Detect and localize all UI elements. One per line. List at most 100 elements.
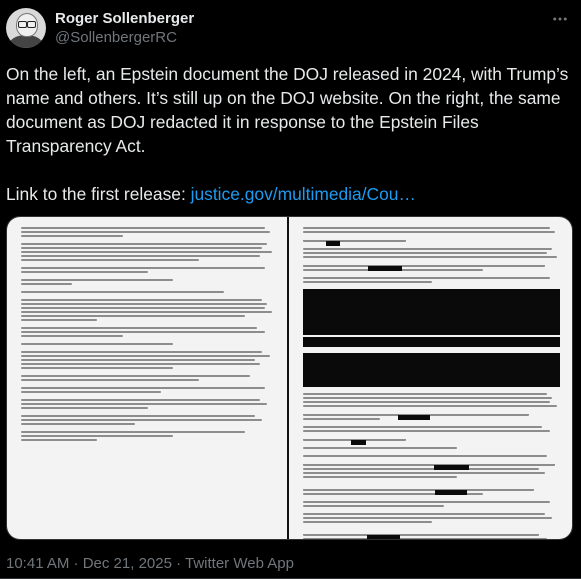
- tweet-text: On the left, an Epstein document the DOJ…: [6, 62, 578, 206]
- text-line: [303, 248, 553, 250]
- text-line: [21, 379, 199, 381]
- text-line: [303, 277, 550, 279]
- text-line: [21, 279, 174, 281]
- author-handle[interactable]: @SollenbergerRC: [55, 28, 194, 47]
- text-line: [303, 426, 542, 428]
- text-line: [21, 387, 265, 389]
- text-line: [303, 393, 548, 395]
- text-line: [21, 247, 263, 249]
- tweet-header: Roger Sollenberger @SollenbergerRC: [6, 6, 575, 50]
- text-line: [303, 517, 553, 519]
- text-line: [303, 501, 550, 503]
- redaction-bar: [351, 440, 366, 446]
- author-display-name[interactable]: Roger Sollenberger: [55, 9, 194, 28]
- text-line: [21, 307, 265, 309]
- text-line: [21, 415, 255, 417]
- text-line: [303, 484, 535, 496]
- text-line: [21, 419, 263, 421]
- text-line: [303, 505, 445, 507]
- text-line: [21, 251, 273, 253]
- redaction-block: [303, 353, 560, 387]
- text-line: [303, 231, 555, 233]
- redaction-bar: [368, 266, 403, 272]
- link-prefix: Link to the first release:: [6, 184, 191, 204]
- redaction-bar: [366, 535, 400, 539]
- text-line: [303, 401, 550, 403]
- text-line: [21, 439, 98, 441]
- text-line: [21, 375, 250, 377]
- more-button[interactable]: [549, 8, 571, 30]
- text-line: [303, 468, 540, 470]
- text-line: [21, 399, 260, 401]
- text-line: [21, 367, 174, 369]
- text-line: [21, 267, 265, 269]
- redaction-bar: [325, 241, 340, 247]
- unredacted-document-image[interactable]: [7, 217, 287, 539]
- redaction-block: [303, 337, 560, 347]
- text-line: [303, 455, 548, 457]
- text-line: [303, 434, 406, 446]
- text-line: [303, 459, 555, 471]
- text-line: [21, 315, 245, 317]
- text-line: [303, 235, 406, 247]
- text-line: [303, 260, 545, 272]
- text-line: [21, 291, 225, 293]
- text-line: [21, 335, 123, 337]
- text-line: [21, 403, 268, 405]
- text-line: [303, 476, 458, 478]
- redaction-bar: [397, 415, 430, 421]
- text-line: [21, 303, 268, 305]
- tweet-link-line: Link to the first release: justice.gov/m…: [6, 182, 578, 206]
- tweet-media[interactable]: [6, 216, 573, 540]
- text-line: [303, 538, 548, 539]
- text-line: [21, 343, 174, 345]
- redaction-block: [303, 289, 560, 335]
- text-line: [21, 255, 260, 257]
- text-line: [21, 435, 174, 437]
- text-line: [21, 319, 98, 321]
- text-line: [21, 243, 268, 245]
- text-line: [21, 311, 273, 313]
- text-line: [303, 405, 558, 407]
- text-line: [21, 235, 123, 237]
- tweet-timestamp[interactable]: 10:41 AM · Dec 21, 2025 · Twitter Web Ap…: [6, 555, 294, 573]
- text-line: [303, 430, 550, 432]
- tweet-link[interactable]: justice.gov/multimedia/Cou…: [191, 184, 416, 204]
- text-line: [303, 447, 458, 449]
- redaction-bar: [434, 490, 468, 496]
- text-line: [303, 281, 432, 283]
- text-line: [303, 472, 545, 474]
- text-line: [21, 351, 263, 353]
- text-line: [303, 252, 548, 254]
- text-line: [303, 397, 553, 399]
- avatar[interactable]: [6, 8, 46, 48]
- more-icon: [553, 17, 567, 21]
- text-line: [21, 283, 72, 285]
- text-line: [303, 418, 381, 420]
- document-text-lines: [303, 227, 560, 539]
- text-line: [21, 391, 161, 393]
- text-line: [303, 529, 540, 539]
- tweet-paragraph: On the left, an Epstein document the DOJ…: [6, 64, 569, 156]
- text-line: [21, 407, 148, 409]
- redacted-document-image[interactable]: [289, 217, 572, 539]
- text-line: [303, 513, 545, 515]
- text-line: [21, 423, 136, 425]
- text-line: [21, 259, 199, 261]
- text-line: [21, 355, 270, 357]
- text-line: [21, 431, 245, 433]
- text-line: [21, 227, 265, 229]
- text-line: [303, 256, 558, 258]
- text-line: [21, 271, 148, 273]
- text-line: [303, 227, 550, 229]
- text-line: [303, 409, 530, 421]
- text-line: [21, 231, 270, 233]
- text-line: [21, 363, 260, 365]
- text-line: [21, 331, 265, 333]
- text-line: [21, 327, 258, 329]
- author-names: Roger Sollenberger @SollenbergerRC: [55, 9, 194, 47]
- redaction-bar: [433, 465, 470, 471]
- text-line: [303, 521, 432, 523]
- document-text-lines: [21, 227, 275, 539]
- text-line: [21, 359, 255, 361]
